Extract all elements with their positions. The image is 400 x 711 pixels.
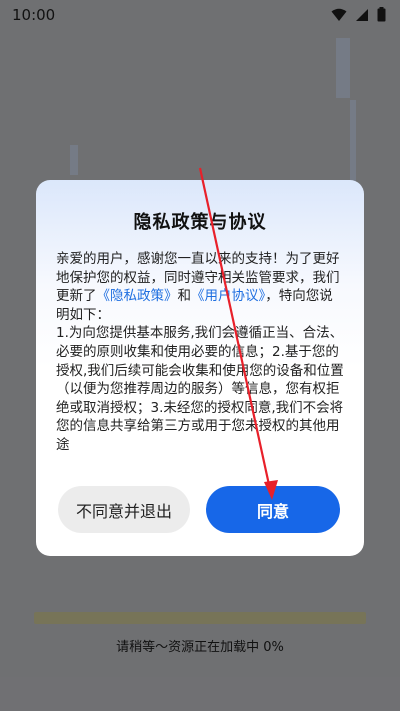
loading-status-text: 请稍等～资源正在加载中 0% (116, 640, 284, 655)
decline-exit-button[interactable]: 不同意并退出 (58, 486, 190, 533)
signal-icon (356, 8, 368, 21)
battery-icon (377, 7, 386, 22)
privacy-policy-link[interactable]: 《隐私政策》 (97, 288, 178, 304)
agree-button[interactable]: 同意 (206, 486, 340, 533)
status-time: 10:00 (12, 6, 56, 24)
dialog-body: 亲爱的用户，感谢您一直以来的支持！为了更好地保护您的权益，同时遵守相关监管要求，… (56, 250, 346, 455)
background-content (336, 38, 350, 98)
navigation-bar (0, 677, 400, 711)
status-bar: 10:00 (0, 0, 400, 30)
wifi-icon (331, 8, 347, 21)
and-text: 和 (177, 288, 192, 305)
user-agreement-link[interactable]: 《用户协议》 (191, 288, 265, 304)
dialog-title: 隐私政策与协议 (133, 212, 267, 233)
background-content (70, 145, 78, 175)
status-icons (331, 7, 386, 22)
loading-progress-bar (34, 612, 366, 624)
privacy-dialog: 隐私政策与协议 亲爱的用户，感谢您一直以来的支持！为了更好地保护您的权益，同时遵… (36, 180, 364, 556)
